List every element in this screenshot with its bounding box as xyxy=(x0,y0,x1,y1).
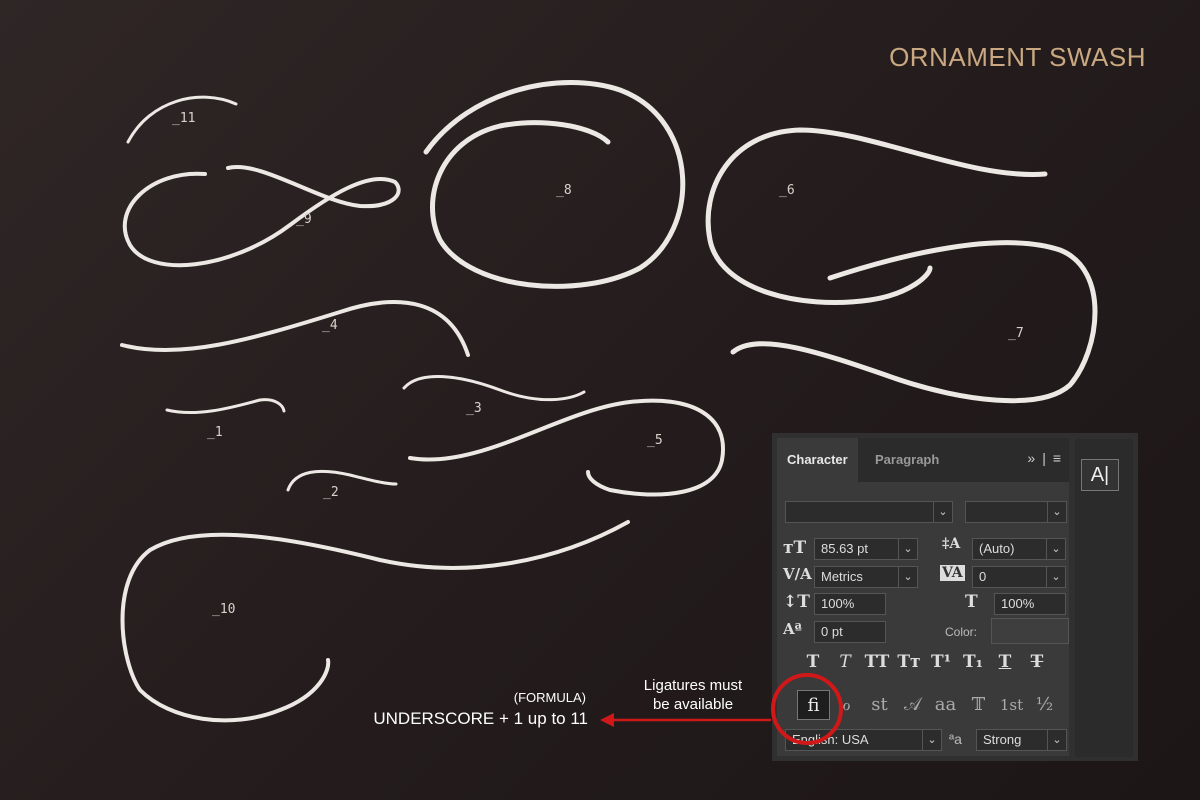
leading-icon: ‡A xyxy=(942,536,961,552)
color-label: Color: xyxy=(945,625,978,639)
side-dock: A| xyxy=(1075,439,1133,757)
swash-label-11: _11 xyxy=(172,111,196,126)
horizontal-scale-value: 100% xyxy=(1001,596,1035,611)
tab-paragraph[interactable]: Paragraph xyxy=(865,438,949,482)
font-style-select[interactable]: ⌄ xyxy=(965,501,1067,523)
chevron-down-icon[interactable]: ⌄ xyxy=(1046,567,1065,587)
formula-body: UNDERSCORE + 1 up to 11 xyxy=(373,709,588,728)
chevron-down-icon[interactable]: ⌄ xyxy=(922,730,941,750)
character-panel-toggle-icon[interactable]: A| xyxy=(1081,459,1119,491)
color-swatch[interactable] xyxy=(991,618,1069,644)
font-size-field[interactable]: 85.63 pt ⌄ xyxy=(814,538,918,560)
swash-3 xyxy=(402,374,586,402)
kerning-icon: V/A xyxy=(783,565,812,583)
tracking-field[interactable]: 0 ⌄ xyxy=(972,566,1066,588)
ligature-note-line1: Ligatures must xyxy=(643,677,743,694)
strikethrough-button[interactable]: T xyxy=(1021,652,1053,672)
font-style-buttons: T T TT Tт T¹ T₁ T T xyxy=(797,652,1053,672)
swash-9 xyxy=(122,165,401,268)
formula-text: (FORMULA) UNDERSCORE + 1 up to 11 xyxy=(330,690,588,729)
formula-heading: (FORMULA) xyxy=(513,690,586,705)
leading-field[interactable]: (Auto) ⌄ xyxy=(972,538,1066,560)
faux-bold-button[interactable]: T xyxy=(797,652,829,672)
fractions-button[interactable]: ½ xyxy=(1028,690,1061,720)
swash-label-6: _6 xyxy=(779,183,795,198)
leading-value: (Auto) xyxy=(979,541,1015,556)
divider-icon: | xyxy=(1042,450,1046,466)
superscript-button[interactable]: T¹ xyxy=(925,652,957,672)
antialias-icon: ªa xyxy=(949,731,962,747)
titling-alternates-button[interactable]: 𝕋 xyxy=(962,690,995,720)
swash-label-9: _9 xyxy=(296,212,312,227)
swash-label-5: _5 xyxy=(647,433,663,448)
chevron-down-icon[interactable]: ⌄ xyxy=(1046,539,1065,559)
chevron-down-icon[interactable]: ⌄ xyxy=(898,567,917,587)
swash-5 xyxy=(408,398,726,497)
small-caps-button[interactable]: Tт xyxy=(893,652,925,672)
swash-label-2: _2 xyxy=(323,485,339,500)
font-size-icon: ᴛT xyxy=(783,538,807,558)
swash-button[interactable]: 𝒜 xyxy=(896,690,929,720)
swash-1 xyxy=(165,398,286,415)
font-size-value: 85.63 pt xyxy=(821,541,868,556)
ordinals-button[interactable]: 1st xyxy=(995,690,1028,720)
swash-label-3: _3 xyxy=(466,401,482,416)
antialias-value: Strong xyxy=(983,732,1022,747)
baseline-shift-field[interactable]: 0 pt xyxy=(814,621,886,643)
swash-label-1: _1 xyxy=(207,425,223,440)
horizontal-scale-icon: T xyxy=(965,592,978,612)
vertical-scale-icon: ↕T xyxy=(783,592,810,612)
all-caps-button[interactable]: TT xyxy=(861,652,893,672)
tab-character[interactable]: Character xyxy=(777,438,858,482)
tracking-icon: VA xyxy=(940,565,965,581)
chevron-down-icon[interactable]: ⌄ xyxy=(933,502,952,522)
horizontal-scale-field[interactable]: 100% xyxy=(994,593,1066,615)
ligature-note-line2: be available xyxy=(652,696,734,713)
underline-button[interactable]: T xyxy=(989,652,1021,672)
panel-tabs: Character Paragraph » | ≡ xyxy=(777,438,1069,482)
subscript-button[interactable]: T₁ xyxy=(957,652,989,672)
kerning-value: Metrics xyxy=(821,569,863,584)
collapse-icon[interactable]: » xyxy=(1027,450,1035,466)
vertical-scale-value: 100% xyxy=(821,596,855,611)
chevron-down-icon[interactable]: ⌄ xyxy=(1047,730,1066,750)
tracking-value: 0 xyxy=(979,569,987,584)
faux-italic-button[interactable]: T xyxy=(829,652,861,672)
chevron-down-icon[interactable]: ⌄ xyxy=(1047,502,1066,522)
chevron-down-icon[interactable]: ⌄ xyxy=(898,539,917,559)
swash-label-4: _4 xyxy=(322,318,338,333)
font-family-select[interactable]: ⌄ xyxy=(785,501,953,523)
baseline-shift-icon: Aª xyxy=(783,620,802,638)
swash-8 xyxy=(423,80,686,289)
ligature-highlight-circle xyxy=(771,673,843,745)
swash-4 xyxy=(120,300,470,357)
kerning-field[interactable]: Metrics ⌄ xyxy=(814,566,918,588)
stylistic-alternates-button[interactable]: aa xyxy=(929,690,962,720)
arrow-head xyxy=(600,713,614,727)
ligature-note: Ligatures must be available xyxy=(620,676,766,714)
swash-label-8: _8 xyxy=(556,183,572,198)
vertical-scale-field[interactable]: 100% xyxy=(814,593,886,615)
swash-2 xyxy=(286,469,398,492)
swash-label-7: _7 xyxy=(1008,326,1024,341)
swash-label-10: _10 xyxy=(212,602,236,617)
panel-menu-icon[interactable]: ≡ xyxy=(1053,450,1061,466)
discretionary-ligatures-button[interactable]: st xyxy=(863,690,896,720)
panel-menu-tools: » | ≡ xyxy=(1027,450,1061,466)
baseline-shift-value: 0 pt xyxy=(821,624,843,639)
antialias-select[interactable]: Strong ⌄ xyxy=(976,729,1067,751)
swash-6 xyxy=(705,127,1048,305)
swash-7 xyxy=(730,240,1098,404)
